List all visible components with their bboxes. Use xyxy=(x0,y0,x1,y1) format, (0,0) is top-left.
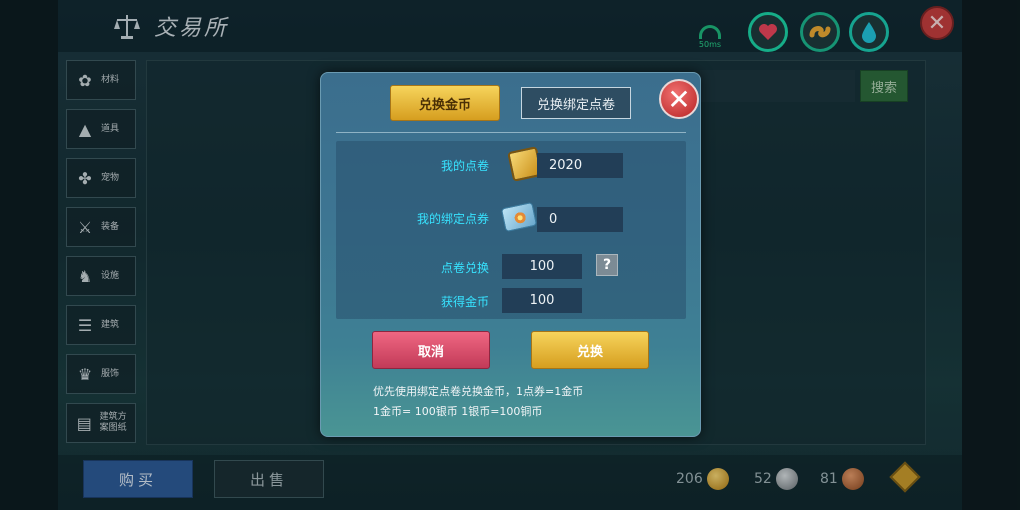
tab-exchange-bound-points[interactable]: 兑换绑定点卷 xyxy=(521,87,631,119)
my-points-value: 2020 xyxy=(537,153,623,178)
help-button[interactable]: ? xyxy=(596,254,618,276)
currency-rate-note: 1金币= 100银币 1银币=100铜币 xyxy=(373,405,543,418)
exchange-dialog: 兑换金币 兑换绑定点卷 ✕ 我的点卷 2020 我的绑定点券 0 点卷兑换 10… xyxy=(320,72,701,437)
close-icon: ✕ xyxy=(667,82,691,116)
flower-icon xyxy=(511,209,529,227)
exchange-button[interactable]: 兑换 xyxy=(531,331,649,369)
my-bound-points-value: 0 xyxy=(537,207,623,232)
gained-gold-value: 100 xyxy=(502,288,582,313)
my-points-label: 我的点卷 xyxy=(440,159,489,173)
tab-exchange-gold[interactable]: 兑换金币 xyxy=(390,85,500,121)
divider xyxy=(336,132,686,133)
exchange-rule-note: 优先使用绑定点卷兑换金币，1点券=1金币 xyxy=(373,385,584,398)
trading-screen: 交易所 50ms ✕ ✿ 材料 ▲ 道具 ✤ 宠物 ⚔ 装备 ♞ 设施 ☰ 建筑 ♛ 服饰 ▤… xyxy=(0,0,1020,510)
question-icon: ? xyxy=(602,257,612,273)
gained-gold-label: 获得金币 xyxy=(440,295,489,309)
cancel-button[interactable]: 取消 xyxy=(372,331,490,369)
exchange-amount-label: 点卷兑换 xyxy=(440,261,489,275)
dialog-close-button[interactable]: ✕ xyxy=(659,79,699,119)
my-bound-points-label: 我的绑定点券 xyxy=(416,212,489,226)
exchange-amount-input[interactable]: 100 xyxy=(502,254,582,279)
